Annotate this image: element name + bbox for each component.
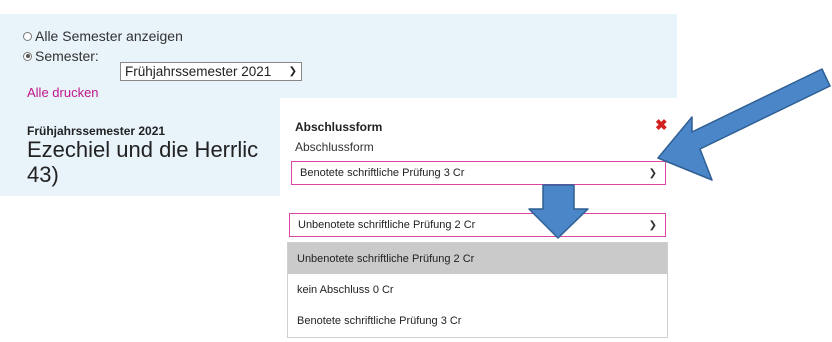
- annotation-arrows: [528, 68, 831, 239]
- down-arrow-icon: [528, 184, 589, 239]
- diagonal-arrow-icon: [657, 68, 831, 181]
